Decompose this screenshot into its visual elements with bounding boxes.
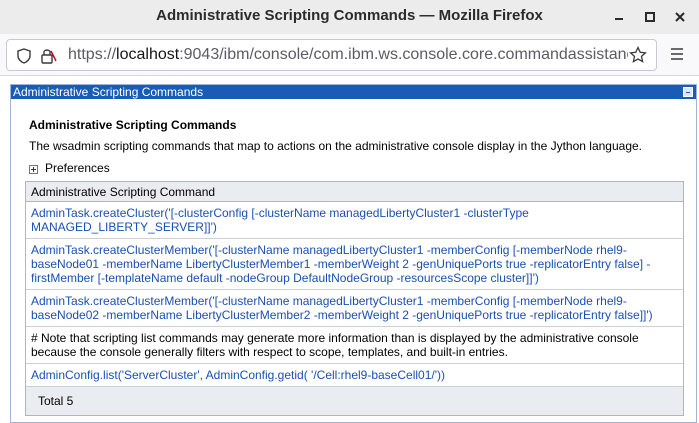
total-count: Total 5 — [26, 387, 683, 415]
preferences-label[interactable]: Preferences — [45, 161, 110, 175]
page-description: The wsadmin scripting commands that map … — [29, 139, 642, 153]
table-row: AdminTask.createClusterMember('[-cluster… — [26, 239, 683, 290]
table-row: AdminTask.createClusterMember('[-cluster… — [26, 290, 683, 327]
close-icon[interactable] — [671, 8, 689, 26]
panel-header: Administrative Scripting Commands — [11, 85, 696, 99]
url-bar[interactable]: https://localhost:9043/ibm/console/com.i… — [6, 39, 657, 71]
command-link[interactable]: AdminTask.createClusterMember('[-cluster… — [31, 243, 650, 285]
url-text[interactable]: https://localhost:9043/ibm/console/com.i… — [68, 46, 628, 64]
expand-icon[interactable] — [29, 164, 38, 174]
scripting-commands-panel: Administrative Scripting Commands Admini… — [10, 84, 697, 423]
page-title: Administrative Scripting Commands — [29, 118, 237, 132]
window-title: Administrative Scripting Commands — Mozi… — [156, 7, 543, 24]
panel-minimize-icon[interactable] — [683, 87, 693, 97]
table-header: Administrative Scripting Command — [26, 182, 683, 202]
command-link[interactable]: AdminTask.createCluster('[-clusterConfig… — [31, 206, 529, 234]
table-row: AdminConfig.list('ServerCluster', AdminC… — [26, 364, 683, 387]
url-scheme: https:// — [68, 46, 117, 63]
menu-icon[interactable] — [669, 46, 685, 67]
panel-header-title: Administrative Scripting Commands — [13, 85, 204, 99]
minimize-icon[interactable] — [610, 8, 628, 26]
commands-table: Administrative Scripting Command AdminTa… — [25, 181, 684, 416]
url-path: :9043/ibm/console/com.ibm.ws.console.cor… — [179, 46, 628, 63]
table-row: # Note that scripting list commands may … — [26, 327, 683, 364]
page-content: Administrative Scripting Commands Admini… — [0, 77, 699, 423]
preferences-toggle[interactable]: Preferences — [29, 161, 110, 175]
url-host: localhost — [116, 46, 180, 63]
window-titlebar: Administrative Scripting Commands — Mozi… — [0, 0, 699, 34]
note-text: # Note that scripting list commands may … — [31, 331, 639, 359]
command-link[interactable]: AdminTask.createClusterMember('[-cluster… — [31, 294, 653, 322]
command-link[interactable]: AdminConfig.list('ServerCluster', AdminC… — [31, 368, 445, 382]
maximize-icon[interactable] — [641, 8, 659, 26]
shield-icon[interactable] — [16, 48, 32, 69]
star-icon[interactable] — [629, 45, 647, 69]
lock-icon[interactable] — [39, 47, 57, 70]
table-row: AdminTask.createCluster('[-clusterConfig… — [26, 202, 683, 239]
navigation-toolbar: https://localhost:9043/ibm/console/com.i… — [0, 34, 699, 76]
